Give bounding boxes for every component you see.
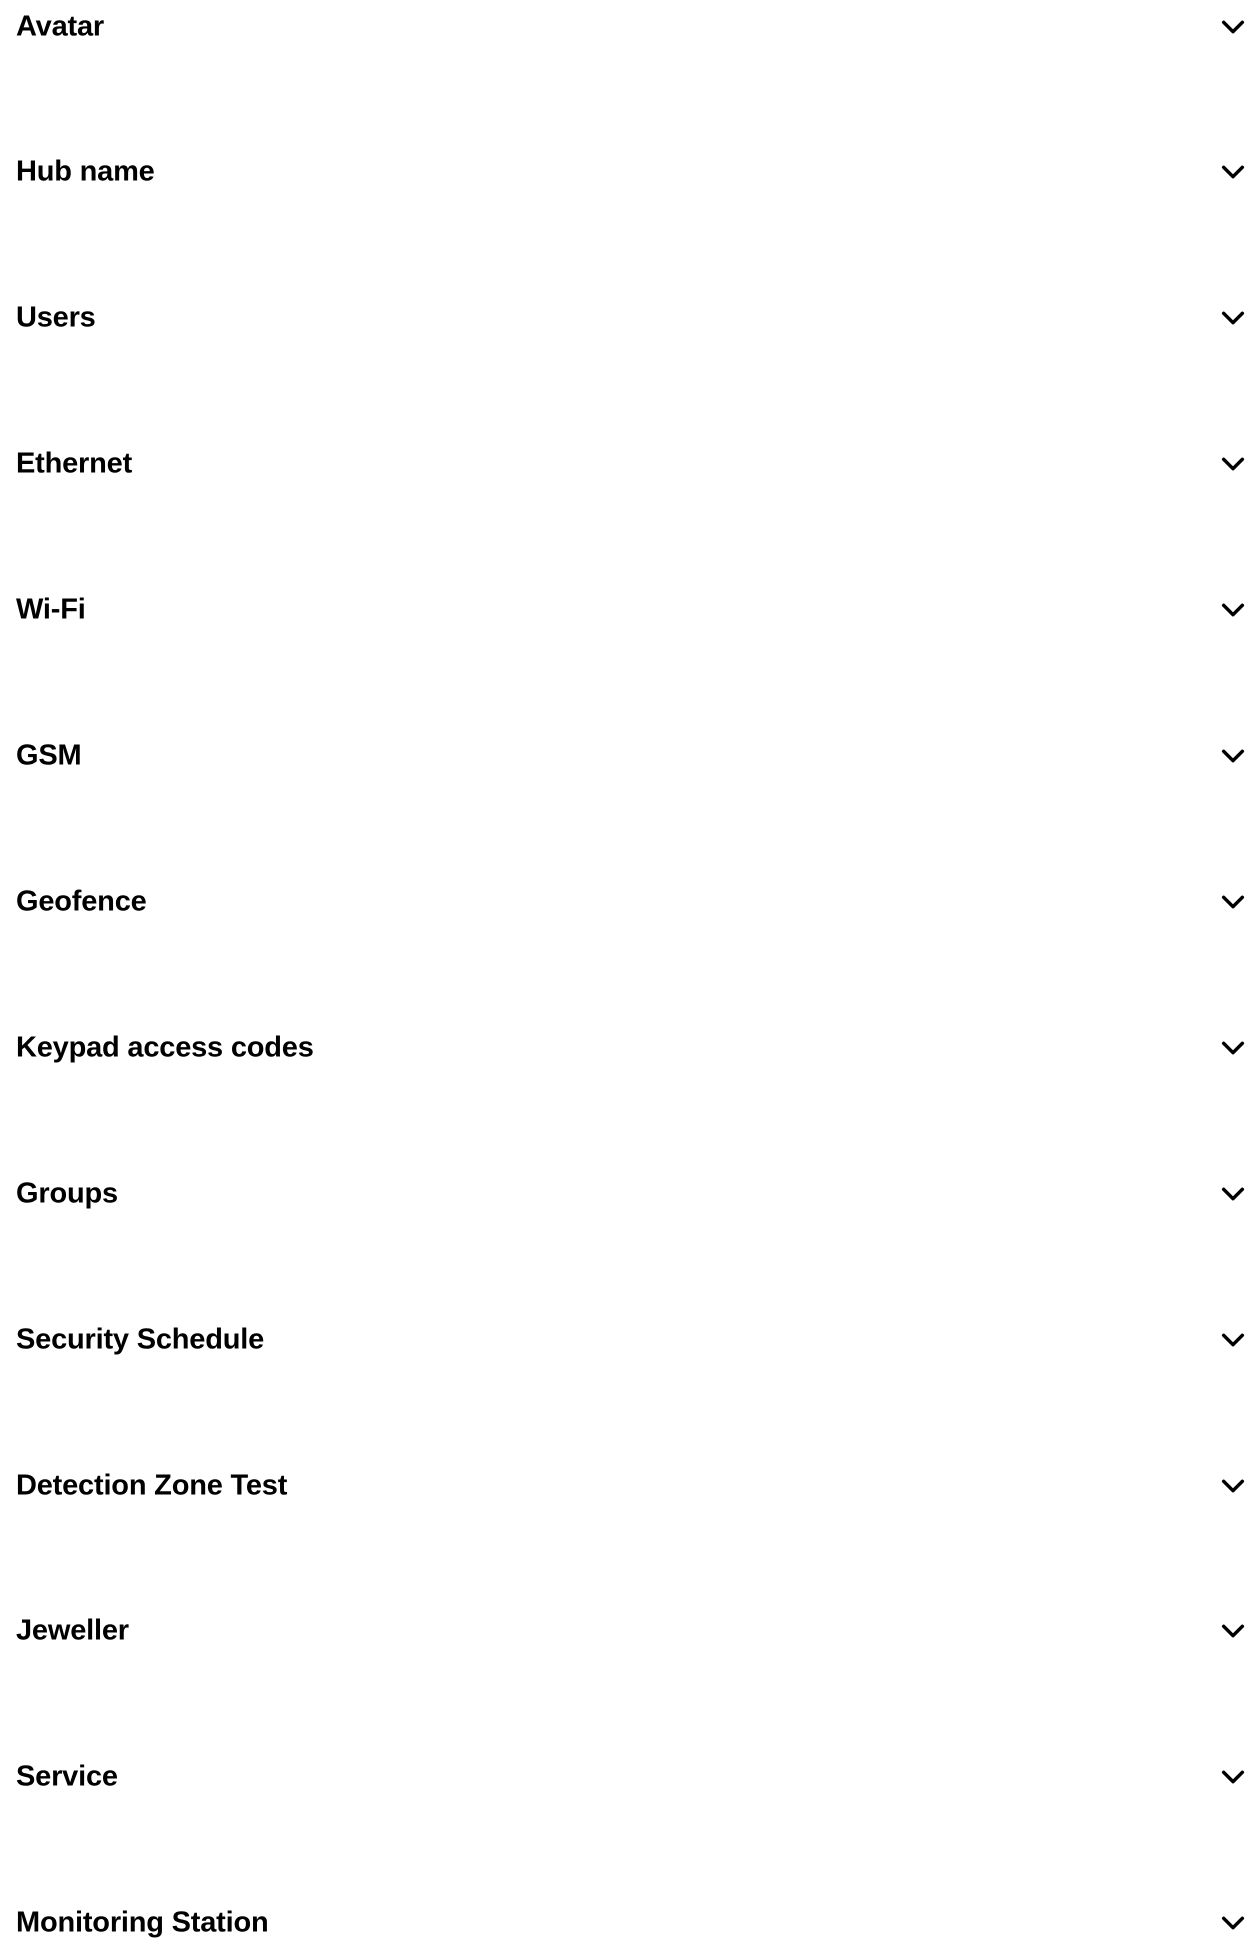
accordion-item-label: Hub name — [16, 155, 155, 188]
accordion-item-detection-zone-test[interactable]: Detection Zone Test — [0, 1456, 1258, 1516]
accordion-item-monitoring-station[interactable]: Monitoring Station — [0, 1893, 1258, 1953]
accordion-item-label: Keypad access codes — [16, 1031, 314, 1064]
chevron-down-icon[interactable] — [1217, 1615, 1249, 1647]
accordion-item-label: Avatar — [16, 10, 104, 43]
settings-accordion: Avatar Hub name Users Ethernet Wi-Fi GSM… — [0, 0, 1258, 1940]
chevron-down-icon[interactable] — [1217, 886, 1249, 918]
accordion-item-label: Jeweller — [16, 1614, 129, 1647]
accordion-item-jeweller[interactable]: Jeweller — [0, 1601, 1258, 1661]
accordion-item-gsm[interactable]: GSM — [0, 726, 1258, 786]
accordion-item-label: Users — [16, 301, 96, 334]
accordion-item-keypad-access-codes[interactable]: Keypad access codes — [0, 1018, 1258, 1078]
accordion-item-label: Security Schedule — [16, 1323, 265, 1356]
accordion-item-label: GSM — [16, 739, 82, 772]
chevron-down-icon[interactable] — [1217, 156, 1249, 188]
chevron-down-icon[interactable] — [1217, 594, 1249, 626]
chevron-down-icon[interactable] — [1217, 448, 1249, 480]
accordion-item-label: Geofence — [16, 885, 147, 918]
accordion-item-avatar[interactable]: Avatar — [0, 0, 1258, 57]
accordion-item-label: Service — [16, 1760, 118, 1793]
chevron-down-icon[interactable] — [1217, 1907, 1249, 1939]
accordion-item-geofence[interactable]: Geofence — [0, 872, 1258, 932]
accordion-item-label: Ethernet — [16, 447, 133, 480]
accordion-item-users[interactable]: Users — [0, 288, 1258, 348]
chevron-down-icon[interactable] — [1217, 1761, 1249, 1793]
chevron-down-icon[interactable] — [1217, 740, 1249, 772]
accordion-item-wi-fi[interactable]: Wi-Fi — [0, 580, 1258, 640]
accordion-item-label: Monitoring Station — [16, 1906, 269, 1939]
accordion-item-security-schedule[interactable]: Security Schedule — [0, 1310, 1258, 1370]
accordion-item-label: Groups — [16, 1177, 118, 1210]
chevron-down-icon[interactable] — [1217, 302, 1249, 334]
chevron-down-icon[interactable] — [1217, 1032, 1249, 1064]
accordion-item-label: Detection Zone Test — [16, 1469, 288, 1502]
chevron-down-icon[interactable] — [1217, 1324, 1249, 1356]
accordion-item-ethernet[interactable]: Ethernet — [0, 434, 1258, 494]
accordion-item-hub-name[interactable]: Hub name — [0, 142, 1258, 202]
accordion-item-groups[interactable]: Groups — [0, 1164, 1258, 1224]
chevron-down-icon[interactable] — [1217, 11, 1249, 43]
accordion-item-service[interactable]: Service — [0, 1747, 1258, 1807]
chevron-down-icon[interactable] — [1217, 1470, 1249, 1502]
accordion-item-label: Wi-Fi — [16, 593, 86, 626]
chevron-down-icon[interactable] — [1217, 1178, 1249, 1210]
